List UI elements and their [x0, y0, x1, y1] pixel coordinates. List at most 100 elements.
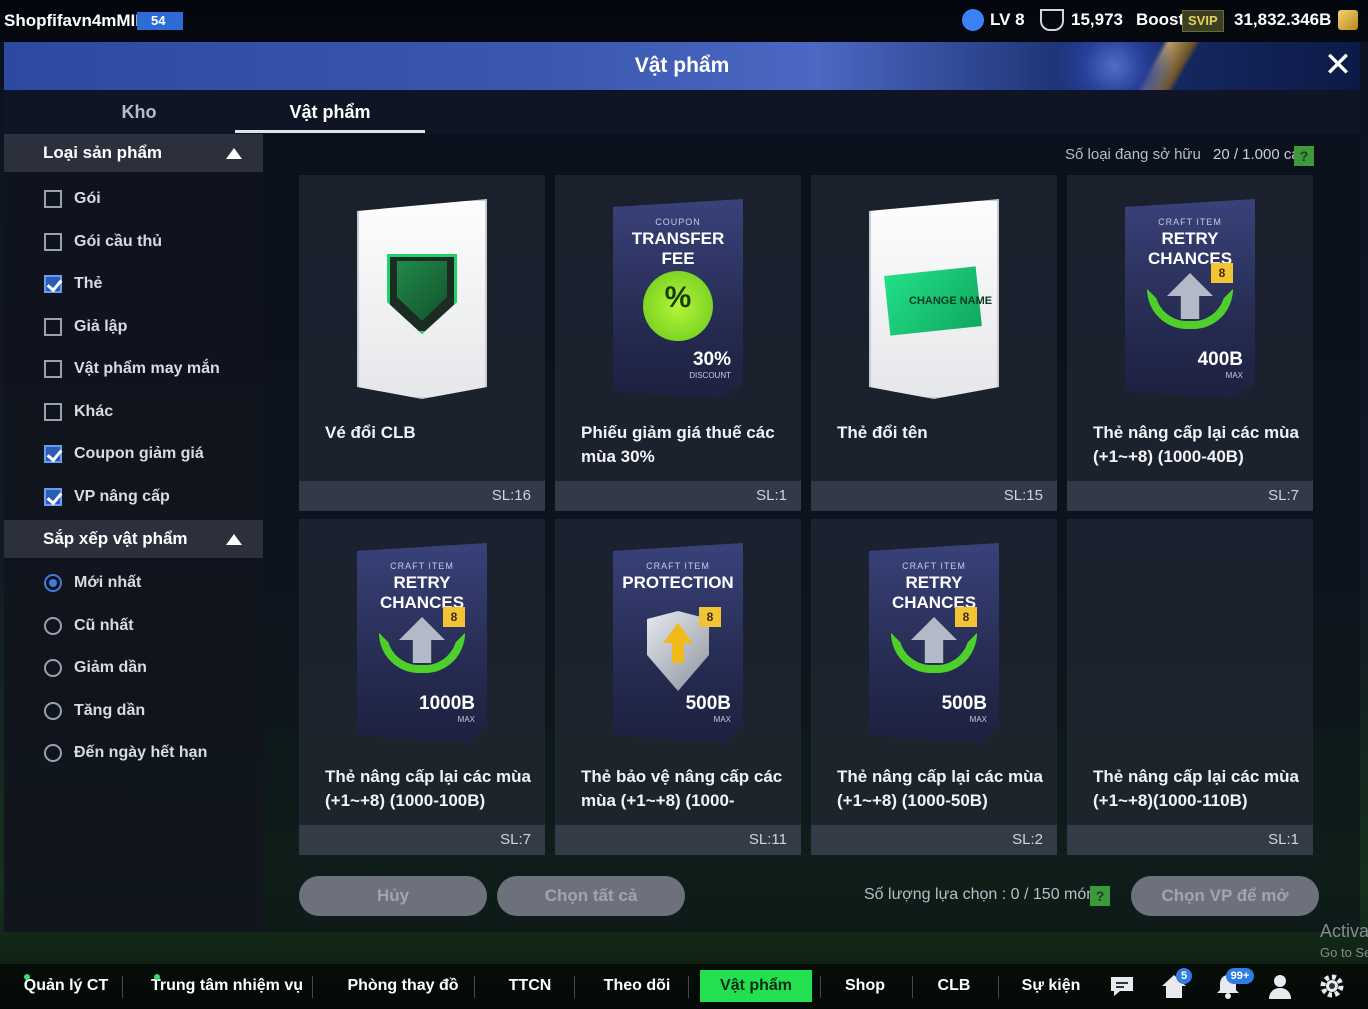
nav-item-shop[interactable]: Shop — [826, 970, 904, 1002]
home-badge: 5 — [1176, 968, 1192, 984]
tab-kho[interactable]: Kho — [44, 90, 234, 134]
item-name: Thẻ đổi tên — [837, 423, 928, 442]
nav-item-trung-tam-nhiem-vu[interactable]: Trung tâm nhiệm vụ — [150, 970, 304, 1002]
owned-label: Số loại đang sở hữu — [1065, 146, 1201, 163]
item-quantity: SL:11 — [748, 831, 787, 848]
nav-item-phong-thay-do[interactable]: Phòng thay đồ — [340, 970, 466, 1002]
sort-title: Sắp xếp vật phẩm — [43, 529, 188, 548]
checkbox[interactable] — [44, 317, 62, 336]
card-subtitle: CRAFT ITEM — [390, 561, 454, 571]
open-selected-button[interactable]: Chọn VP để mở — [1131, 876, 1319, 916]
nav-item-clb[interactable]: CLB — [918, 970, 990, 1002]
item-card[interactable]: CRAFT ITEM RETRY CHANCES 8 1000B MAX Thẻ nâng… — [299, 519, 545, 855]
item-name: Thẻ bảo vệ nâng cấp các mùa (+1~+8) (100… — [581, 767, 783, 810]
level-icon — [962, 9, 984, 31]
filter-sidebar: Loại sản phẩm Gói Gói cầu thủ Thẻ Giả lập Vậ… — [4, 134, 263, 932]
filter-option[interactable]: Vật phẩm may mắn — [44, 356, 254, 382]
checkbox[interactable] — [44, 275, 62, 293]
checkbox[interactable] — [44, 402, 62, 421]
sort-option-label: Mới nhất — [74, 574, 142, 591]
filter-option-label: Vật phẩm may mắn — [74, 360, 220, 377]
item-grid-panel: Số loại đang sở hữu 20 / 1.000 cái ? Vé … — [263, 134, 1360, 932]
cancel-button[interactable]: Hủy — [299, 876, 487, 916]
sort-option[interactable]: Mới nhất — [44, 570, 254, 596]
coin-icon — [1338, 10, 1358, 30]
card-title: PROTECTION — [622, 573, 734, 592]
filter-option[interactable]: Gói — [44, 186, 254, 212]
radio-button[interactable] — [44, 616, 62, 635]
filter-option[interactable]: Khác — [44, 399, 254, 425]
item-quantity: SL:7 — [1268, 487, 1299, 504]
nav-item-ttcn[interactable]: TTCN — [494, 970, 566, 1002]
nav-item-su-kien[interactable]: Sự kiện — [1010, 970, 1092, 1002]
nav-item-theo-doi[interactable]: Theo dõi — [594, 970, 680, 1002]
checkbox[interactable] — [44, 445, 62, 463]
card-subtitle: CRAFT ITEM — [902, 561, 966, 571]
sort-option[interactable]: Giảm dần — [44, 655, 254, 681]
item-art: CHANGE NAME — [869, 199, 999, 399]
item-card[interactable]: CRAFT ITEM PROTECTION 8 500B MAX Thẻ bảo vệ n… — [555, 519, 801, 855]
active-tab-indicator — [235, 130, 425, 133]
card-title: RETRY CHANCES — [379, 573, 465, 612]
item-quantity: SL:2 — [1012, 831, 1043, 848]
checkbox[interactable] — [44, 360, 62, 378]
select-all-button[interactable]: Chọn tất cả — [497, 876, 685, 916]
close-icon[interactable]: ✕ — [1320, 48, 1356, 82]
nav-item-quan-ly-ct[interactable]: Quản lý CT — [18, 970, 114, 1002]
radio-button[interactable] — [44, 574, 62, 592]
card-subtitle: CRAFT ITEM — [646, 561, 710, 571]
sort-option[interactable]: Đến ngày hết hạn — [44, 740, 254, 766]
nav-separator — [474, 976, 475, 998]
checkbox[interactable] — [44, 232, 62, 251]
help-icon[interactable]: ? — [1090, 886, 1110, 906]
owned-summary: Số loại đang sở hữu 20 / 1.000 cái — [1065, 146, 1303, 163]
filter-option[interactable]: VP nâng cấp — [44, 484, 254, 510]
nav-separator — [122, 976, 123, 998]
card-title: RETRY CHANCES — [1147, 229, 1233, 268]
item-card[interactable]: COUPON TRANSFER FEE% 30% DISCOUNT Phiếu giảm… — [555, 175, 801, 511]
item-card[interactable]: CHANGE NAME Thẻ đổi tên SL:15 — [811, 175, 1057, 511]
checkbox[interactable] — [44, 190, 62, 208]
settings-gear-icon[interactable] — [1318, 972, 1346, 1000]
item-art — [1125, 543, 1255, 743]
radio-button[interactable] — [44, 659, 62, 677]
filter-option-label: Gói cầu thủ — [74, 232, 162, 250]
filter-option-label: Gói — [74, 190, 101, 207]
nav-item-vat-pham[interactable]: Vật phẩm — [700, 970, 812, 1002]
radio-button[interactable] — [44, 744, 62, 762]
nav-separator — [912, 976, 913, 998]
card-value: 30% — [692, 349, 731, 370]
collapse-arrow-icon — [226, 534, 242, 545]
item-card[interactable]: CRAFT ITEM RETRY CHANCES 8 400B MAX Thẻ nâng … — [1067, 175, 1313, 511]
activation-watermark: Activate Windows — [1320, 921, 1368, 941]
item-quantity: SL:1 — [756, 487, 787, 504]
owned-count: 20 / 1.000 cái — [1212, 146, 1304, 163]
checkbox[interactable] — [44, 487, 62, 506]
card-value-sub: MAX — [713, 715, 731, 724]
top-status-bar: Shopfifavn4mMIL 54 LV 8 15,973 Boost SVI… — [0, 0, 1368, 42]
filter-option[interactable]: Giả lập — [44, 314, 254, 340]
tab-vat-pham[interactable]: Vật phẩm — [235, 90, 425, 134]
item-art: COUPON TRANSFER FEE% 30% DISCOUNT — [613, 199, 743, 399]
sort-option[interactable]: Cũ nhất — [44, 613, 254, 639]
page-title: Vật phẩm — [634, 54, 730, 77]
item-name: Vé đổi CLB — [325, 423, 416, 442]
profile-icon[interactable] — [1266, 972, 1294, 1000]
filter-option[interactable]: Gói cầu thủ — [44, 229, 254, 255]
nav-separator — [820, 976, 821, 998]
sort-option[interactable]: Tăng dần — [44, 698, 254, 724]
filter-option[interactable]: Coupon giảm giá — [44, 441, 254, 467]
collapse-arrow-icon — [226, 148, 242, 159]
new-indicator-dot — [24, 974, 30, 980]
radio-button[interactable] — [44, 701, 62, 720]
item-card[interactable]: CRAFT ITEM RETRY CHANCES 8 500B MAX Thẻ nâng … — [811, 519, 1057, 855]
card-value-sub: DISCOUNT — [689, 371, 731, 380]
product-type-header[interactable]: Loại sản phẩm — [4, 134, 263, 172]
sort-option-label: Đến ngày hết hạn — [74, 744, 208, 761]
item-card[interactable]: Vé đổi CLB SL:16 — [299, 175, 545, 511]
help-icon[interactable]: ? — [1294, 146, 1314, 166]
sort-header[interactable]: Sắp xếp vật phẩm — [4, 520, 263, 558]
item-card[interactable]: Thẻ nâng cấp lại các mùa (+1~+8)(1000-11… — [1067, 519, 1313, 855]
chat-icon[interactable] — [1108, 972, 1136, 1000]
filter-option[interactable]: Thẻ — [44, 271, 254, 297]
